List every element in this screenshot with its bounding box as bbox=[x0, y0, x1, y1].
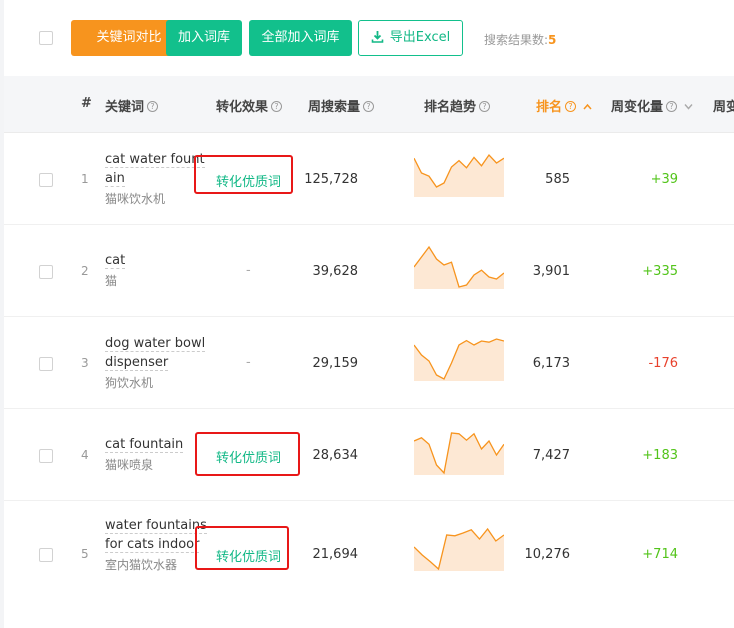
rank-value: 6,173 bbox=[532, 356, 570, 371]
keyword-translation: 猫 bbox=[105, 274, 118, 288]
rank-value: 10,276 bbox=[524, 547, 571, 562]
rank-trend-sparkline[interactable] bbox=[414, 527, 504, 571]
highlight-box bbox=[195, 526, 289, 570]
toolbar: 关键词对比 加入词库 全部加入词库 导出Excel 搜索结果数:5 bbox=[4, 0, 734, 76]
highlight-box bbox=[194, 155, 293, 194]
keyword-text[interactable]: cat bbox=[105, 253, 126, 269]
column-trend: 排名趋势? bbox=[424, 96, 491, 115]
keyword-translation: 猫咪饮水机 bbox=[105, 192, 166, 206]
change-help-icon[interactable]: ? bbox=[666, 101, 678, 112]
search-result-count: 搜索结果数:5 bbox=[484, 31, 556, 48]
keyword-translation: 猫咪喷泉 bbox=[105, 458, 154, 472]
keyword-text[interactable]: water fountains for cats indoor bbox=[105, 518, 207, 553]
conversion-tag: - bbox=[246, 355, 251, 370]
column-weekly-volume-label: 周搜索量 bbox=[308, 100, 361, 115]
keyword-help-icon[interactable]: ? bbox=[147, 101, 159, 112]
volume-help-icon[interactable]: ? bbox=[363, 101, 375, 112]
table-row: 4 cat fountain 猫咪喷泉 转化优质词 28,634 7,427 +1… bbox=[4, 409, 734, 501]
keyword-text[interactable]: cat water fountain bbox=[105, 152, 205, 187]
rank-help-icon[interactable]: ? bbox=[565, 101, 577, 112]
row-index: 4 bbox=[81, 448, 89, 462]
table-row: 5 water fountains for cats indoor 室内猫饮水器 … bbox=[4, 501, 734, 628]
sort-asc-icon[interactable] bbox=[582, 103, 592, 110]
column-weekly-change[interactable]: 周变化量? bbox=[611, 96, 693, 115]
keyword-cell[interactable]: cat water fountain 猫咪饮水机 bbox=[105, 150, 207, 209]
weekly-change-value: +183 bbox=[642, 448, 678, 463]
result-count-label: 搜索结果数: bbox=[484, 33, 549, 47]
trend-help-icon[interactable]: ? bbox=[479, 101, 491, 112]
keyword-cell[interactable]: cat 猫 bbox=[105, 251, 207, 291]
keyword-text[interactable]: cat fountain bbox=[105, 437, 184, 453]
rank-trend-sparkline[interactable] bbox=[414, 337, 504, 381]
row-index: 1 bbox=[81, 172, 89, 186]
rank-value: 3,901 bbox=[532, 264, 570, 279]
weekly-volume: 29,159 bbox=[312, 356, 359, 371]
download-icon bbox=[371, 30, 384, 43]
conversion-help-icon[interactable]: ? bbox=[271, 101, 283, 112]
row-checkbox[interactable] bbox=[39, 173, 53, 187]
conversion-tag: - bbox=[246, 263, 251, 278]
weekly-volume: 28,634 bbox=[312, 448, 359, 463]
column-keyword: 关键词? bbox=[105, 96, 159, 115]
select-all-checkbox[interactable] bbox=[39, 31, 53, 45]
column-weekly-volume[interactable]: 周搜索量? bbox=[308, 96, 375, 115]
keyword-cell[interactable]: cat fountain 猫咪喷泉 bbox=[105, 435, 207, 475]
row-index: 5 bbox=[81, 547, 89, 561]
rank-value: 7,427 bbox=[532, 448, 570, 463]
add-to-library-button[interactable]: 加入词库 bbox=[166, 20, 242, 56]
keyword-translation: 室内猫饮水器 bbox=[105, 558, 178, 572]
result-count-value: 5 bbox=[548, 33, 557, 47]
column-conversion: 转化效果? bbox=[216, 96, 283, 115]
weekly-volume: 21,694 bbox=[312, 547, 359, 562]
keyword-translation: 狗饮水机 bbox=[105, 376, 154, 390]
column-keyword-label: 关键词 bbox=[105, 100, 145, 115]
weekly-volume: 39,628 bbox=[312, 264, 359, 279]
highlight-box bbox=[195, 432, 300, 476]
keyword-cell[interactable]: dog water bowl dispenser 狗饮水机 bbox=[105, 334, 207, 393]
weekly-change-value: +714 bbox=[642, 547, 678, 562]
rank-trend-sparkline[interactable] bbox=[414, 153, 504, 197]
export-excel-label: 导出Excel bbox=[389, 30, 451, 45]
add-all-to-library-button[interactable]: 全部加入词库 bbox=[249, 20, 352, 56]
keyword-cell[interactable]: water fountains for cats indoor 室内猫饮水器 bbox=[105, 516, 207, 575]
row-index: 3 bbox=[81, 356, 89, 370]
table-header: # 关键词? 转化效果? 周搜索量? 排名趋势? 排名? 周变化量? 周变 bbox=[4, 76, 734, 133]
row-index: 2 bbox=[81, 264, 89, 278]
column-weekly-change-label: 周变化量 bbox=[611, 100, 664, 115]
row-checkbox[interactable] bbox=[39, 265, 53, 279]
weekly-volume: 125,728 bbox=[304, 172, 358, 187]
row-checkbox[interactable] bbox=[39, 357, 53, 371]
sparkline-area bbox=[414, 529, 504, 571]
column-rank[interactable]: 排名? bbox=[536, 96, 592, 115]
row-checkbox[interactable] bbox=[39, 548, 53, 562]
keyword-table-panel: 关键词对比 加入词库 全部加入词库 导出Excel 搜索结果数:5 # 关键词?… bbox=[4, 0, 734, 628]
column-trend-label: 排名趋势 bbox=[424, 100, 477, 115]
chevron-down-icon[interactable] bbox=[684, 103, 693, 110]
rank-trend-sparkline[interactable] bbox=[414, 245, 504, 289]
weekly-change-value: -176 bbox=[648, 356, 678, 371]
rank-trend-sparkline[interactable] bbox=[414, 431, 504, 475]
table-row: 2 cat 猫 - 39,628 3,901 +335 bbox=[4, 225, 734, 317]
column-conversion-label: 转化效果 bbox=[216, 100, 269, 115]
weekly-change-value: +39 bbox=[650, 172, 678, 187]
column-rank-label: 排名 bbox=[536, 100, 563, 115]
table-row: 3 dog water bowl dispenser 狗饮水机 - 29,159 … bbox=[4, 317, 734, 409]
column-extra: 周变 bbox=[713, 100, 734, 115]
row-checkbox[interactable] bbox=[39, 449, 53, 463]
sparkline-area bbox=[414, 433, 504, 475]
weekly-change-value: +335 bbox=[642, 264, 678, 279]
rank-value: 585 bbox=[545, 172, 570, 187]
table-row: 1 cat water fountain 猫咪饮水机 转化优质词 125,728 … bbox=[4, 133, 734, 225]
sparkline-area bbox=[414, 247, 504, 289]
keyword-text[interactable]: dog water bowl dispenser bbox=[105, 336, 206, 371]
export-excel-button[interactable]: 导出Excel bbox=[358, 20, 463, 56]
column-index: # bbox=[81, 96, 92, 111]
